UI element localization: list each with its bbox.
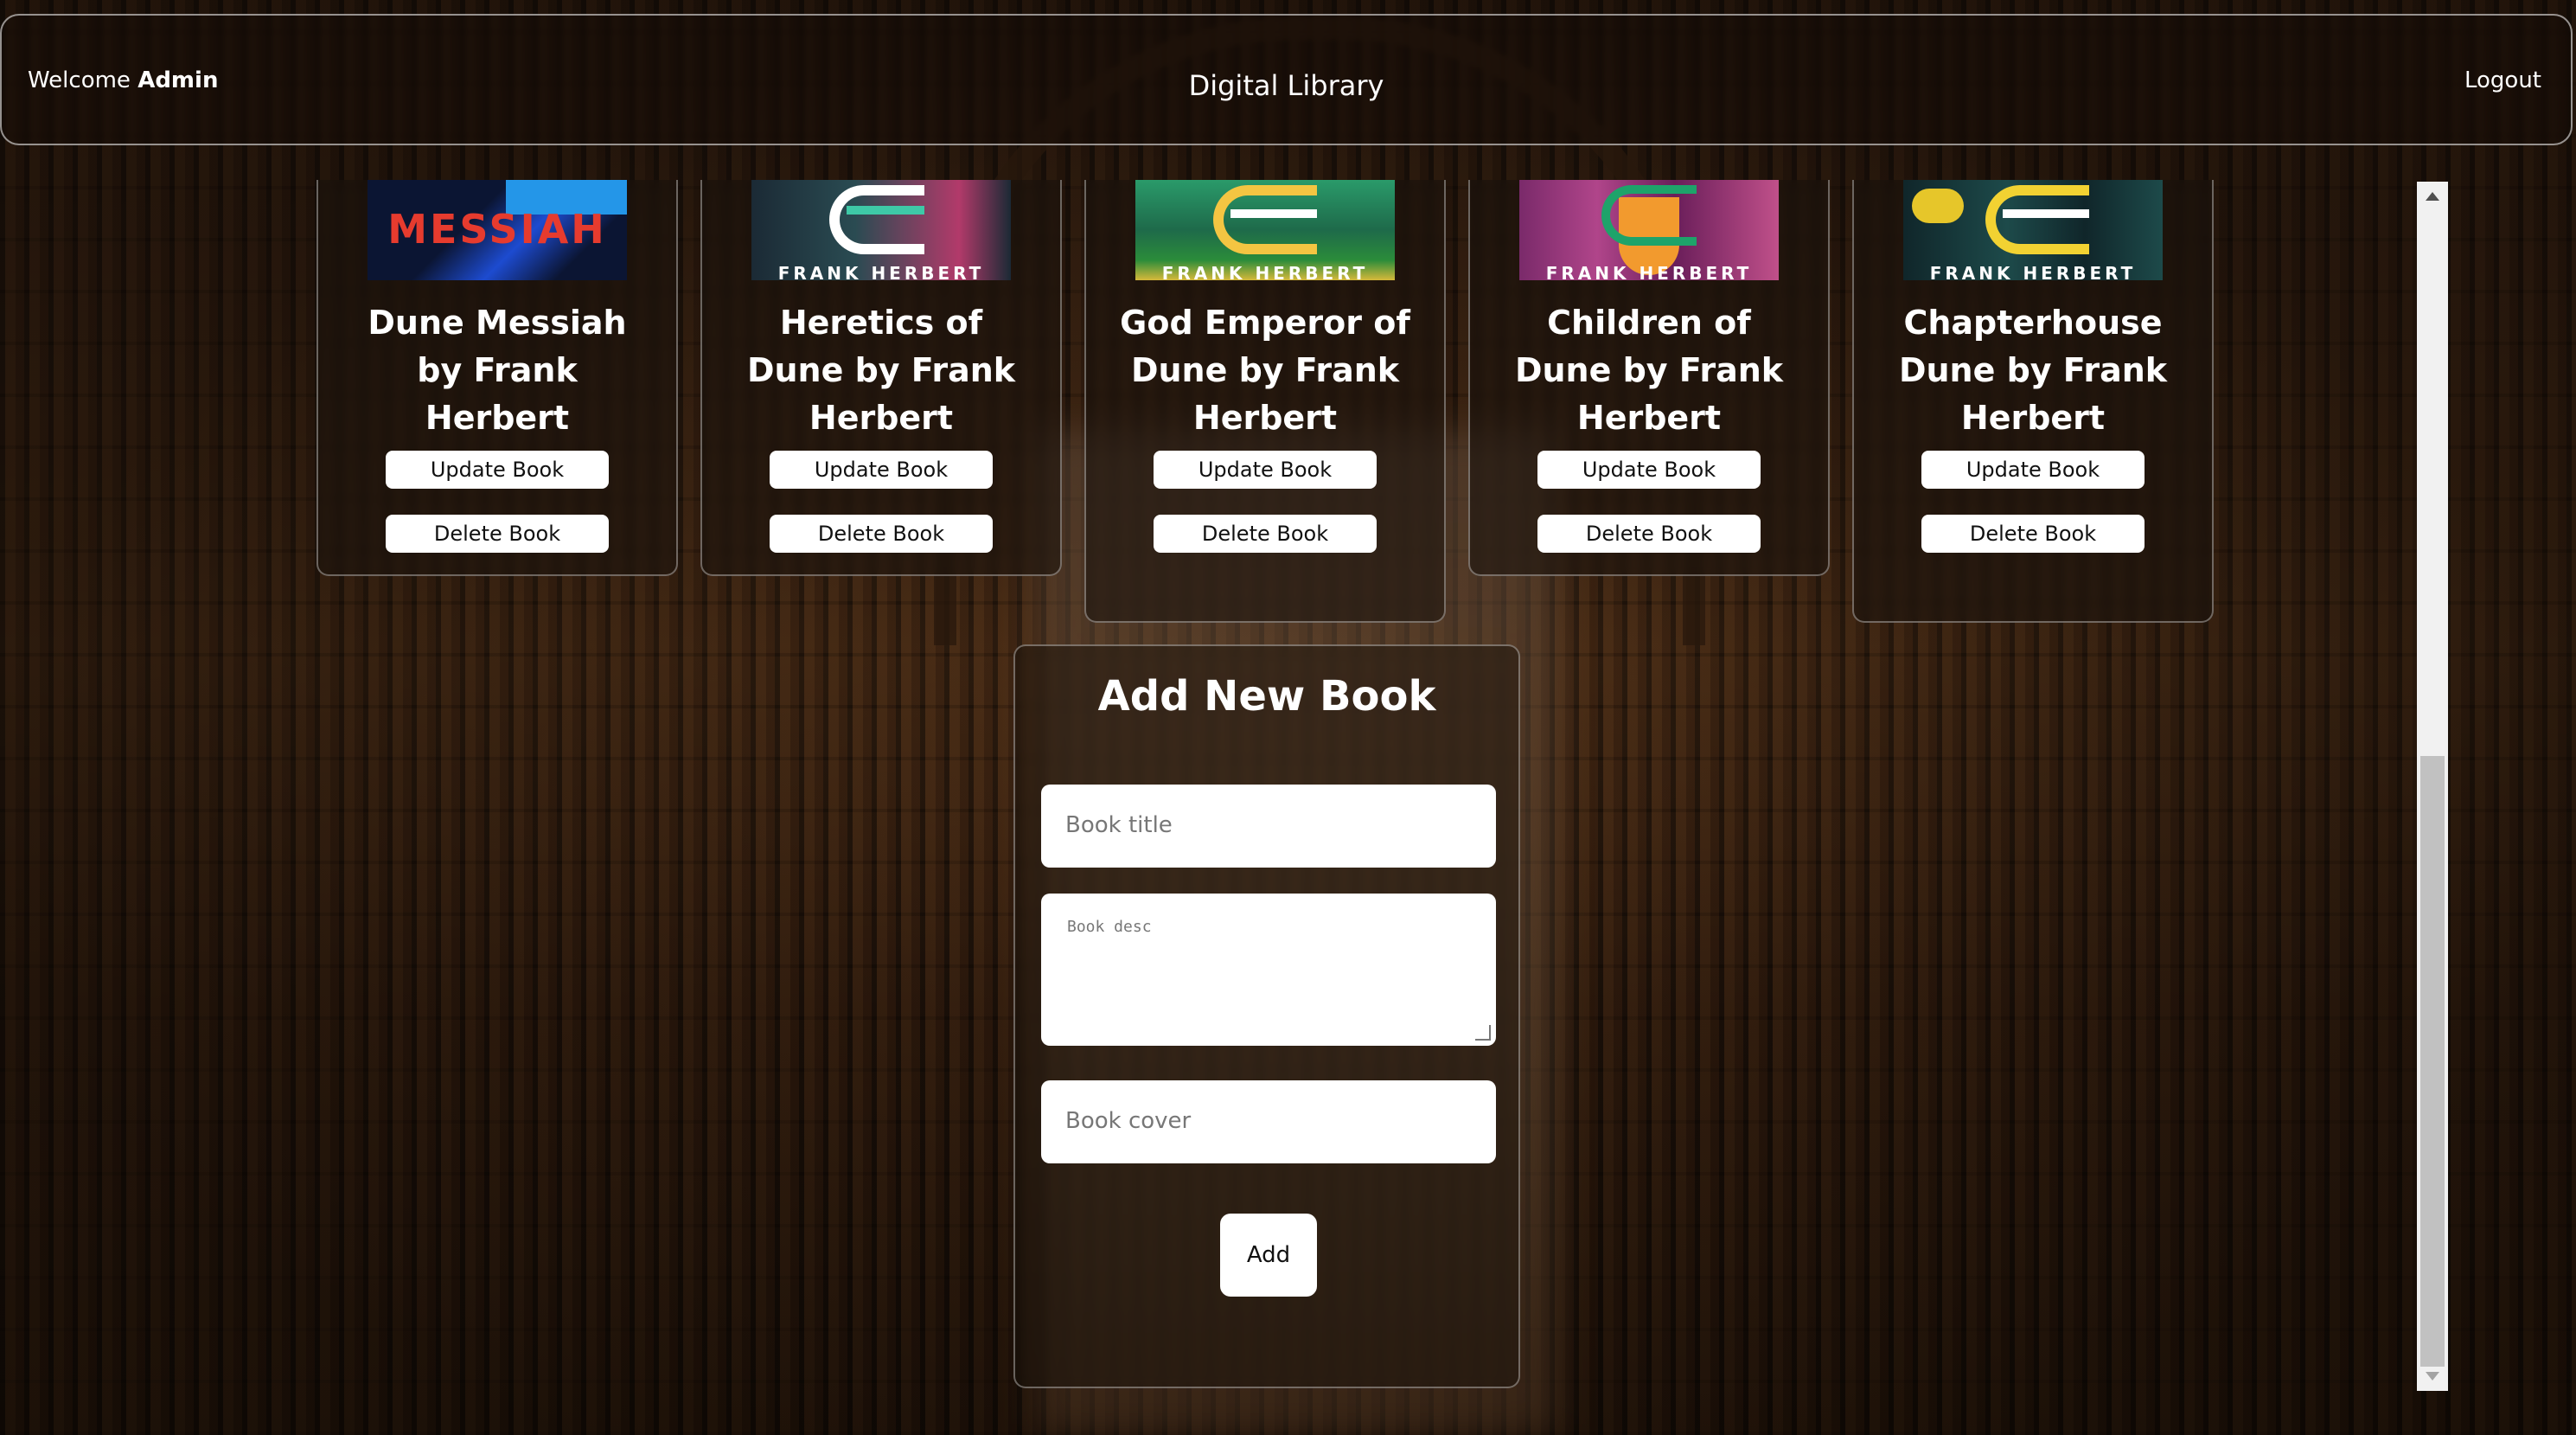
add-book-heading: Add New Book — [1097, 672, 1436, 721]
top-navbar: Welcome Admin Digital Library Logout — [0, 14, 2573, 145]
book-desc-placeholder: Book desc — [1067, 918, 1152, 936]
book-cover-image: FRANK HERBERT — [1903, 180, 2163, 280]
delete-book-button[interactable]: Delete Book — [1921, 515, 2145, 553]
update-book-button[interactable]: Update Book — [386, 451, 609, 489]
book-cover-image: FRANK HERBERT — [751, 180, 1011, 280]
delete-book-button[interactable]: Delete Book — [770, 515, 993, 553]
book-cover-image: FRANK HERBERT — [1135, 180, 1395, 280]
add-book-button[interactable]: Add — [1220, 1214, 1317, 1297]
book-title: Children of Dune by Frank Herbert — [1514, 304, 1784, 437]
cover-text: MESSIAH — [387, 206, 607, 253]
book-card: FRANK HERBERT Children of Dune by Frank … — [1468, 180, 1830, 576]
cover-text: FRANK HERBERT — [1545, 263, 1753, 280]
scroll-down-arrow-icon[interactable] — [2426, 1372, 2439, 1381]
scroll-up-arrow-icon[interactable] — [2426, 192, 2439, 201]
delete-book-button[interactable]: Delete Book — [386, 515, 609, 553]
app-title: Digital Library — [1188, 69, 1384, 102]
book-card: FRANK HERBERT Chapterhouse Dune by Frank… — [1852, 180, 2214, 623]
book-cover-image: FRANK HERBERT — [1519, 180, 1779, 280]
book-title: Chapterhouse Dune by Frank Herbert — [1898, 304, 2168, 437]
update-book-button[interactable]: Update Book — [1154, 451, 1377, 489]
logout-link[interactable]: Logout — [2464, 67, 2541, 93]
scrollbar[interactable] — [2417, 182, 2448, 1391]
scrollbar-thumb[interactable] — [2420, 756, 2445, 1367]
update-book-button[interactable]: Update Book — [1921, 451, 2145, 489]
book-title-input[interactable]: Book title — [1041, 785, 1496, 868]
delete-book-button[interactable]: Delete Book — [1154, 515, 1377, 553]
cover-text: FRANK HERBERT — [777, 263, 985, 280]
add-book-form: Add New Book Book title Book desc Book c… — [1013, 644, 1520, 1388]
book-title: God Emperor of Dune by Frank Herbert — [1120, 304, 1410, 437]
book-cover-input[interactable]: Book cover — [1041, 1080, 1496, 1163]
update-book-button[interactable]: Update Book — [1537, 451, 1761, 489]
book-title: Dune Messiah by Frank Herbert — [368, 304, 627, 437]
book-desc-textarea[interactable]: Book desc — [1041, 894, 1496, 1046]
book-cover-image: MESSIAH — [368, 180, 627, 280]
resize-handle-icon[interactable] — [1475, 1025, 1491, 1041]
update-book-button[interactable]: Update Book — [770, 451, 993, 489]
delete-book-button[interactable]: Delete Book — [1537, 515, 1761, 553]
cover-text: FRANK HERBERT — [1161, 263, 1369, 280]
book-card: FRANK HERBERT God Emperor of Dune by Fra… — [1084, 180, 1446, 623]
book-card: FRANK HERBERT Heretics of Dune by Frank … — [700, 180, 1062, 576]
book-title: Heretics of Dune by Frank Herbert — [746, 304, 1016, 437]
cover-text: FRANK HERBERT — [1929, 263, 2137, 280]
book-card: MESSIAH Dune Messiah by Frank Herbert Up… — [316, 180, 678, 576]
